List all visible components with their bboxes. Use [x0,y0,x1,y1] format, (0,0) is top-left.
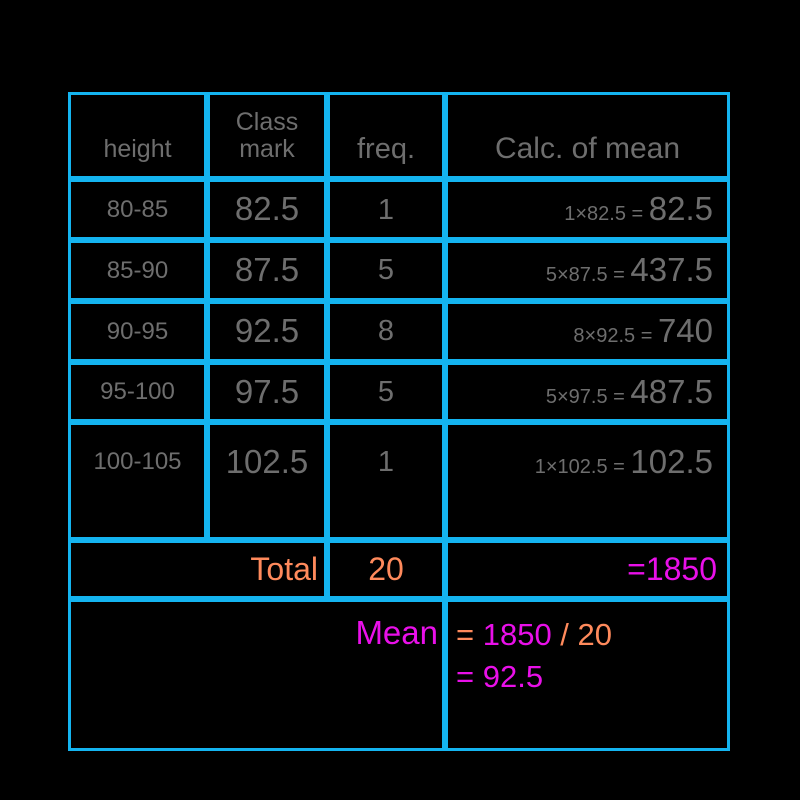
table-row: 85-90 87.5 5 5×87.5 = 437.5 [68,240,730,301]
mean-row: Mean = 1850 / 20 = 92.5 [68,598,730,751]
cell-class-mark: 87.5 [207,240,327,301]
total-frequency: 20 [327,539,445,599]
mean-divider: / [551,616,578,652]
mean-equals-2: = [456,658,483,694]
calc-result: 102.5 [630,442,713,480]
calc-expression: 5×87.5 = [545,264,631,287]
table-row: 100-105 102.5 1 1×102.5 = 102.5 [68,422,730,540]
cell-height: 95-100 [68,361,207,423]
calc-result: 740 [657,311,713,349]
cell-height: 85-90 [68,240,207,301]
column-header-height: height [68,92,207,180]
table-row: 90-95 92.5 8 8×92.5 = 740 [68,300,730,362]
class-mark-line-2: mark [239,134,295,163]
cell-class-mark: 97.5 [207,361,327,423]
mean-denominator: 20 [577,616,613,652]
calc-result: 487.5 [630,372,713,410]
cell-calculation: 1×102.5 = 102.5 [445,422,730,540]
total-row: Total 20 =1850 [68,539,730,599]
cell-class-mark: 102.5 [207,422,327,540]
cell-class-mark: 82.5 [207,179,327,241]
total-sum: =1850 [445,539,730,599]
mean-calculation: = 1850 / 20 = 92.5 [445,598,730,751]
column-header-frequency: freq. [327,92,445,180]
calc-expression: 1×82.5 = [564,203,649,226]
frequency-distribution-table: height Class mark freq. Calc. of mean 80… [68,92,730,751]
total-label: Total [68,539,327,599]
cell-frequency: 5 [327,240,445,301]
cell-height: 80-85 [68,179,207,241]
mean-equals-1: = [456,616,483,652]
calc-expression: 1×102.5 = [534,455,631,478]
cell-class-mark: 92.5 [207,300,327,362]
cell-calculation: 8×92.5 = 740 [445,300,730,362]
cell-height: 90-95 [68,300,207,362]
mean-value: 92.5 [482,658,544,694]
calc-result: 437.5 [630,251,713,289]
table-header-row: height Class mark freq. Calc. of mean [68,92,730,180]
cell-frequency: 1 [327,422,445,540]
frequency-table-container: height Class mark freq. Calc. of mean 80… [68,92,730,751]
cell-calculation: 5×87.5 = 437.5 [445,240,730,301]
calc-result: 82.5 [648,190,713,228]
table-row: 95-100 97.5 5 5×97.5 = 487.5 [68,361,730,423]
cell-calculation: 5×97.5 = 487.5 [445,361,730,423]
cell-frequency: 1 [327,179,445,241]
cell-height: 100-105 [68,422,207,540]
class-mark-line-1: Class [235,108,299,137]
cell-frequency: 5 [327,361,445,423]
mean-line-2: = 92.5 [456,656,717,698]
table-row: 80-85 82.5 1 1×82.5 = 82.5 [68,179,730,241]
calc-expression: 5×97.5 = [545,385,631,408]
column-header-class-mark: Class mark [207,92,327,180]
column-header-calc-of-mean: Calc. of mean [445,92,730,180]
calc-expression: 8×92.5 = [573,324,658,347]
cell-frequency: 8 [327,300,445,362]
mean-numerator: 1850 [482,616,552,652]
mean-line-1: = 1850 / 20 [456,614,717,656]
cell-calculation: 1×82.5 = 82.5 [445,179,730,241]
mean-label: Mean [68,598,445,751]
